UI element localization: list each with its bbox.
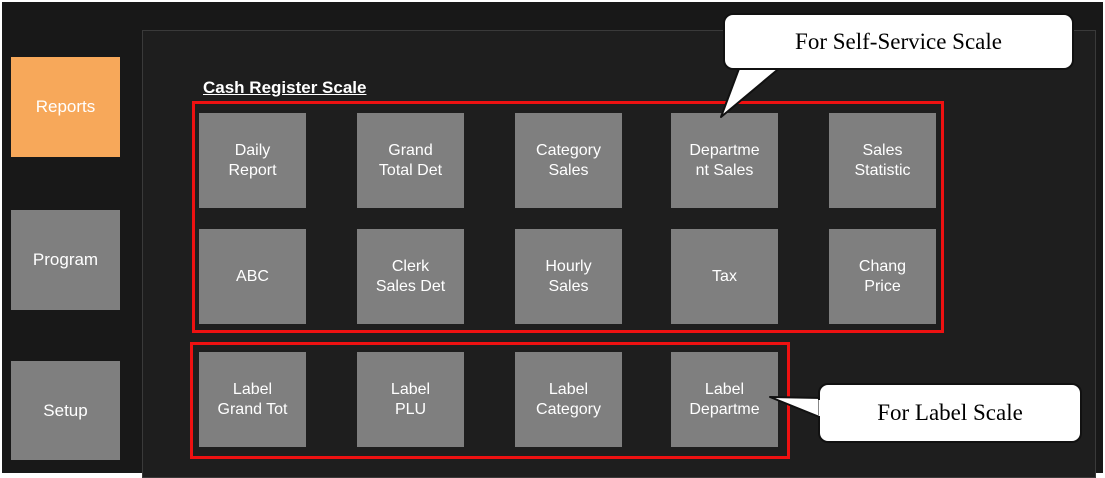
callout-pointer-joins bbox=[742, 64, 822, 416]
